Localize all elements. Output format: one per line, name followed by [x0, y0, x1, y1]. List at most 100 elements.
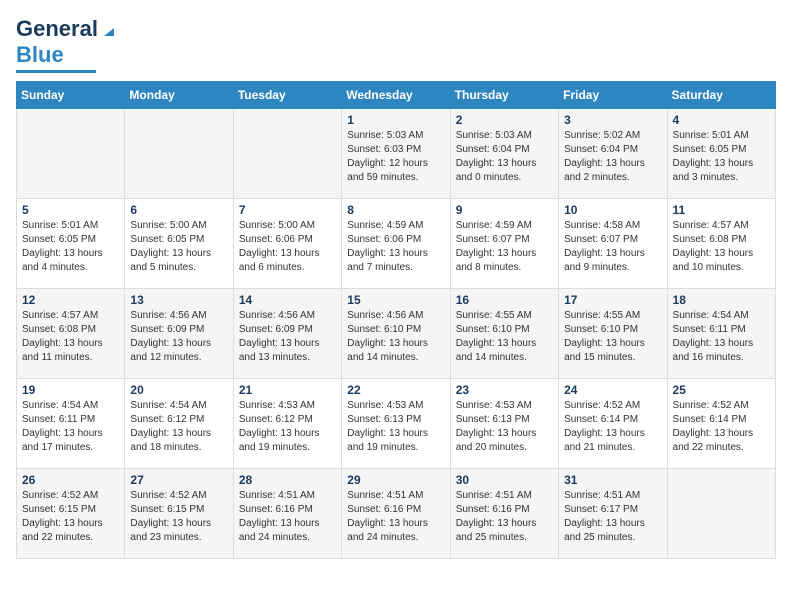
calendar-cell: [667, 469, 775, 559]
calendar-cell: 17 Sunrise: 4:55 AM Sunset: 6:10 PM Dayli…: [559, 289, 667, 379]
day-number: 27: [130, 473, 227, 487]
week-row-2: 5Sunrise: 5:01 AM Sunset: 6:05 PM Daylig…: [17, 199, 776, 289]
day-number: 15: [347, 293, 444, 307]
day-number: 25: [673, 383, 770, 397]
day-number: 19: [22, 383, 119, 397]
cell-content: Sunrise: 4:56 AM Sunset: 6:10 PM Dayligh…: [347, 309, 444, 365]
calendar-body: 1 Sunrise: 5:03 AM Sunset: 6:03 PM Daylig…: [17, 109, 776, 559]
day-number: 22: [347, 383, 444, 397]
calendar-cell: 3Sunrise: 5:02 AM Sunset: 6:04 PM Daylig…: [559, 109, 667, 199]
calendar-cell: 13Sunrise: 4:56 AM Sunset: 6:09 PM Dayli…: [125, 289, 233, 379]
calendar-cell: [125, 109, 233, 199]
week-row-3: 12Sunrise: 4:57 AM Sunset: 6:08 PM Dayli…: [17, 289, 776, 379]
calendar-cell: 28Sunrise: 4:51 AM Sunset: 6:16 PM Dayli…: [233, 469, 341, 559]
cell-content: Sunrise: 4:52 AM Sunset: 6:15 PM Dayligh…: [130, 489, 227, 545]
day-number: 23: [456, 383, 553, 397]
day-number: 17: [564, 293, 661, 307]
calendar-cell: 31Sunrise: 4:51 AM Sunset: 6:17 PM Dayli…: [559, 469, 667, 559]
day-number: 11: [673, 203, 770, 217]
cell-content: Sunrise: 4:54 AM Sunset: 6:11 PM Dayligh…: [673, 309, 770, 365]
calendar-cell: 25 Sunrise: 4:52 AM Sunset: 6:14 PM Dayli…: [667, 379, 775, 469]
day-number: 24: [564, 383, 661, 397]
calendar-cell: 16 Sunrise: 4:55 AM Sunset: 6:10 PM Dayli…: [450, 289, 558, 379]
day-number: 18: [673, 293, 770, 307]
day-number: 8: [347, 203, 444, 217]
cell-content: Sunrise: 4:53 AM Sunset: 6:12 PM Dayligh…: [239, 399, 336, 455]
calendar-cell: 18 Sunrise: 4:54 AM Sunset: 6:11 PM Dayli…: [667, 289, 775, 379]
calendar-cell: 6 Sunrise: 5:00 AM Sunset: 6:05 PM Daylig…: [125, 199, 233, 289]
day-number: 26: [22, 473, 119, 487]
cell-content: Sunrise: 4:52 AM Sunset: 6:14 PM Dayligh…: [673, 399, 770, 455]
calendar-cell: 27 Sunrise: 4:52 AM Sunset: 6:15 PM Dayli…: [125, 469, 233, 559]
cell-content: Sunrise: 4:52 AM Sunset: 6:15 PM Dayligh…: [22, 489, 119, 545]
week-row-4: 19Sunrise: 4:54 AM Sunset: 6:11 PM Dayli…: [17, 379, 776, 469]
day-number: 21: [239, 383, 336, 397]
calendar-cell: 10 Sunrise: 4:58 AM Sunset: 6:07 PM Dayli…: [559, 199, 667, 289]
cell-content: Sunrise: 4:55 AM Sunset: 6:10 PM Dayligh…: [564, 309, 661, 365]
cell-content: Sunrise: 4:52 AM Sunset: 6:14 PM Dayligh…: [564, 399, 661, 455]
week-row-1: 1 Sunrise: 5:03 AM Sunset: 6:03 PM Daylig…: [17, 109, 776, 199]
day-header-monday: Monday: [125, 82, 233, 109]
day-header-thursday: Thursday: [450, 82, 558, 109]
cell-content: Sunrise: 4:54 AM Sunset: 6:12 PM Dayligh…: [130, 399, 227, 455]
calendar-table: SundayMondayTuesdayWednesdayThursdayFrid…: [16, 81, 776, 559]
day-header-friday: Friday: [559, 82, 667, 109]
day-header-sunday: Sunday: [17, 82, 125, 109]
calendar-cell: 4 Sunrise: 5:01 AM Sunset: 6:05 PM Daylig…: [667, 109, 775, 199]
cell-content: Sunrise: 4:56 AM Sunset: 6:09 PM Dayligh…: [239, 309, 336, 365]
cell-content: Sunrise: 4:59 AM Sunset: 6:07 PM Dayligh…: [456, 219, 553, 275]
cell-content: Sunrise: 5:02 AM Sunset: 6:04 PM Dayligh…: [564, 129, 661, 185]
calendar-cell: [17, 109, 125, 199]
cell-content: Sunrise: 5:00 AM Sunset: 6:05 PM Dayligh…: [130, 219, 227, 275]
cell-content: Sunrise: 4:55 AM Sunset: 6:10 PM Dayligh…: [456, 309, 553, 365]
cell-content: Sunrise: 5:03 AM Sunset: 6:03 PM Dayligh…: [347, 129, 444, 185]
calendar-cell: 9 Sunrise: 4:59 AM Sunset: 6:07 PM Daylig…: [450, 199, 558, 289]
calendar-cell: 22Sunrise: 4:53 AM Sunset: 6:13 PM Dayli…: [342, 379, 450, 469]
cell-content: Sunrise: 5:00 AM Sunset: 6:06 PM Dayligh…: [239, 219, 336, 275]
cell-content: Sunrise: 4:51 AM Sunset: 6:17 PM Dayligh…: [564, 489, 661, 545]
logo: General Blue: [16, 16, 118, 73]
header-row: SundayMondayTuesdayWednesdayThursdayFrid…: [17, 82, 776, 109]
day-number: 4: [673, 113, 770, 127]
cell-content: Sunrise: 4:56 AM Sunset: 6:09 PM Dayligh…: [130, 309, 227, 365]
calendar-cell: 24 Sunrise: 4:52 AM Sunset: 6:14 PM Dayli…: [559, 379, 667, 469]
logo-arrow-icon: [100, 20, 118, 38]
cell-content: Sunrise: 4:58 AM Sunset: 6:07 PM Dayligh…: [564, 219, 661, 275]
cell-content: Sunrise: 4:57 AM Sunset: 6:08 PM Dayligh…: [673, 219, 770, 275]
cell-content: Sunrise: 5:01 AM Sunset: 6:05 PM Dayligh…: [22, 219, 119, 275]
cell-content: Sunrise: 4:57 AM Sunset: 6:08 PM Dayligh…: [22, 309, 119, 365]
day-number: 16: [456, 293, 553, 307]
day-header-wednesday: Wednesday: [342, 82, 450, 109]
calendar-cell: 2Sunrise: 5:03 AM Sunset: 6:04 PM Daylig…: [450, 109, 558, 199]
day-number: 1: [347, 113, 444, 127]
day-number: 29: [347, 473, 444, 487]
day-number: 10: [564, 203, 661, 217]
day-number: 14: [239, 293, 336, 307]
day-header-tuesday: Tuesday: [233, 82, 341, 109]
calendar-cell: 14 Sunrise: 4:56 AM Sunset: 6:09 PM Dayli…: [233, 289, 341, 379]
calendar-cell: 26 Sunrise: 4:52 AM Sunset: 6:15 PM Dayli…: [17, 469, 125, 559]
logo-general-text: General: [16, 16, 98, 42]
calendar-cell: 20 Sunrise: 4:54 AM Sunset: 6:12 PM Dayli…: [125, 379, 233, 469]
day-number: 28: [239, 473, 336, 487]
calendar-cell: 15 Sunrise: 4:56 AM Sunset: 6:10 PM Dayli…: [342, 289, 450, 379]
cell-content: Sunrise: 5:01 AM Sunset: 6:05 PM Dayligh…: [673, 129, 770, 185]
calendar-cell: 21 Sunrise: 4:53 AM Sunset: 6:12 PM Dayli…: [233, 379, 341, 469]
day-number: 9: [456, 203, 553, 217]
calendar-cell: 7 Sunrise: 5:00 AM Sunset: 6:06 PM Daylig…: [233, 199, 341, 289]
day-number: 30: [456, 473, 553, 487]
calendar-cell: 19Sunrise: 4:54 AM Sunset: 6:11 PM Dayli…: [17, 379, 125, 469]
calendar-cell: [233, 109, 341, 199]
cell-content: Sunrise: 4:51 AM Sunset: 6:16 PM Dayligh…: [347, 489, 444, 545]
day-header-saturday: Saturday: [667, 82, 775, 109]
calendar-cell: 12Sunrise: 4:57 AM Sunset: 6:08 PM Dayli…: [17, 289, 125, 379]
day-number: 7: [239, 203, 336, 217]
cell-content: Sunrise: 4:51 AM Sunset: 6:16 PM Dayligh…: [456, 489, 553, 545]
calendar-cell: 30 Sunrise: 4:51 AM Sunset: 6:16 PM Dayli…: [450, 469, 558, 559]
logo-underline: [16, 70, 96, 73]
day-number: 20: [130, 383, 227, 397]
cell-content: Sunrise: 5:03 AM Sunset: 6:04 PM Dayligh…: [456, 129, 553, 185]
calendar-cell: 8Sunrise: 4:59 AM Sunset: 6:06 PM Daylig…: [342, 199, 450, 289]
calendar-cell: 11 Sunrise: 4:57 AM Sunset: 6:08 PM Dayli…: [667, 199, 775, 289]
day-number: 6: [130, 203, 227, 217]
